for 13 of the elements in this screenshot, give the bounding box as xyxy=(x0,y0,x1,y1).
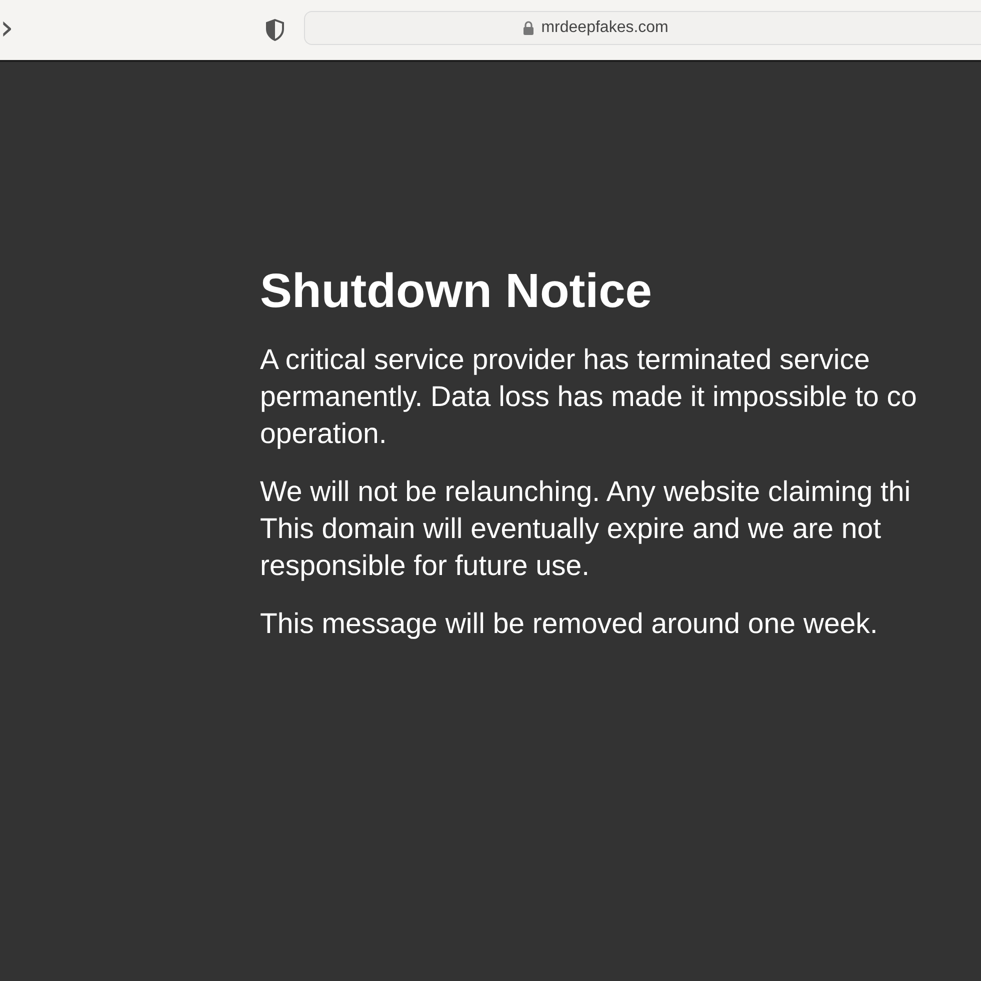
lock-icon xyxy=(523,21,534,35)
notice-text-line: operation. xyxy=(260,417,387,452)
notice-text-line: A critical service provider has terminated service xyxy=(260,343,870,378)
notice-heading: Shutdown Notice xyxy=(260,264,653,320)
shield-icon[interactable] xyxy=(264,19,285,41)
notice-text-line: This message will be removed around one week. xyxy=(260,607,878,642)
notice-text-line: This domain will eventually expire and we are not xyxy=(260,512,881,547)
url-text: mrdeepfakes.com xyxy=(541,19,668,37)
notice-text-line: responsible for future use. xyxy=(260,549,590,584)
notice-text-line: permanently. Data loss has made it impossible to co xyxy=(260,380,917,415)
forward-button[interactable]: › xyxy=(0,13,16,47)
notice-text-line: We will not be relaunching. Any website claiming thi xyxy=(260,475,911,510)
address-field[interactable]: mrdeepfakes.com xyxy=(304,11,981,45)
